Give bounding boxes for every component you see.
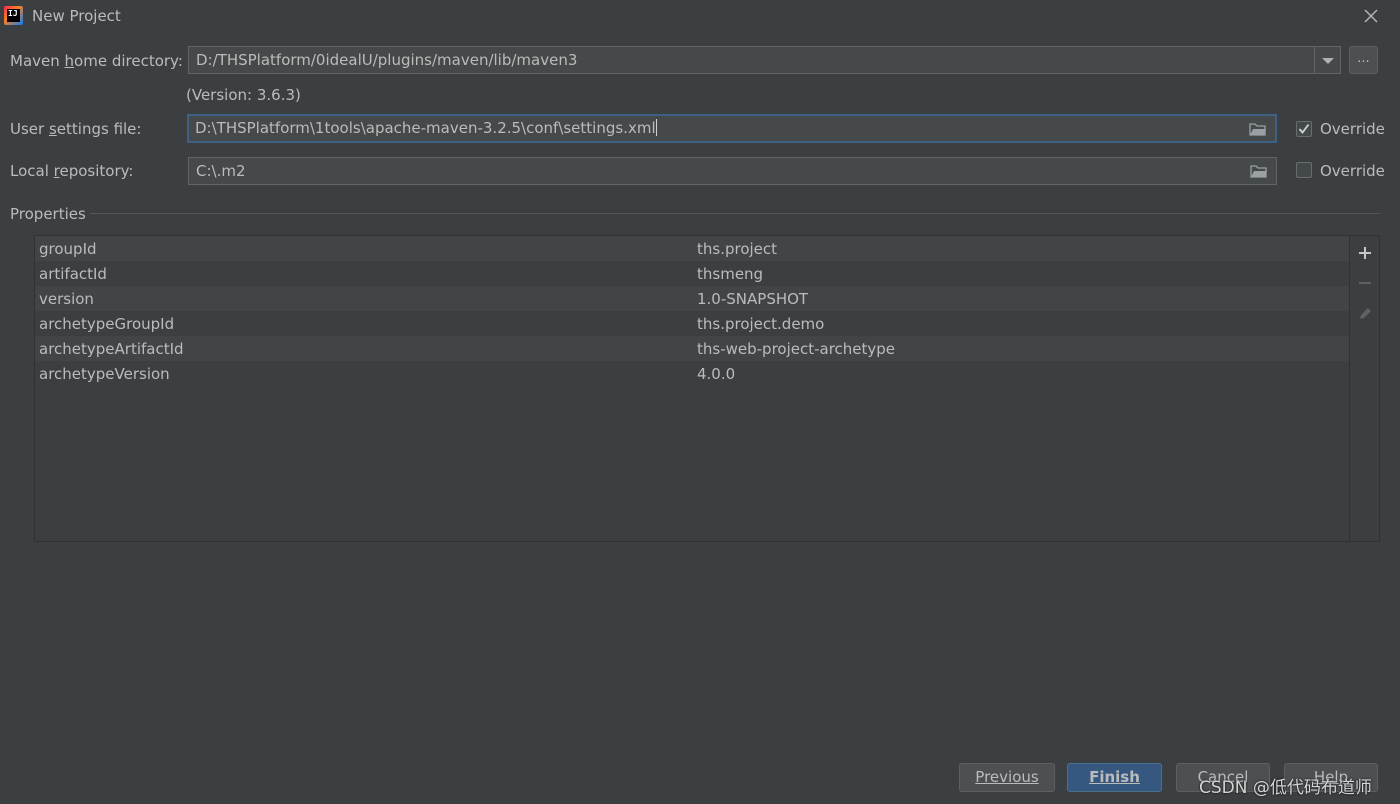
property-key: groupId (39, 240, 97, 258)
folder-icon[interactable] (1250, 164, 1268, 178)
close-icon[interactable] (1362, 7, 1380, 25)
local-repository-override-label[interactable]: Override (1320, 162, 1385, 180)
table-row[interactable]: archetypeArtifactId ths-web-project-arch… (35, 336, 1349, 361)
local-repository-label: Local repository: (10, 162, 134, 180)
user-settings-value: D:\THSPlatform\1tools\apache-maven-3.2.5… (195, 119, 656, 137)
table-row[interactable]: groupId ths.project (35, 236, 1349, 261)
finish-button[interactable]: Finish (1067, 763, 1162, 792)
remove-icon[interactable] (1357, 275, 1373, 291)
properties-toolbar (1350, 235, 1380, 542)
property-key: version (39, 290, 94, 308)
property-key: archetypeArtifactId (39, 340, 184, 358)
text-caret (655, 119, 657, 136)
property-value: ths.project (697, 240, 778, 258)
title-bar: IJ New Project (0, 0, 1400, 34)
properties-title: Properties (10, 205, 86, 223)
folder-icon[interactable] (1249, 122, 1267, 136)
property-value: 1.0-SNAPSHOT (697, 290, 809, 308)
user-settings-field[interactable]: D:\THSPlatform\1tools\apache-maven-3.2.5… (187, 114, 1277, 143)
property-key: archetypeVersion (39, 365, 170, 383)
chevron-down-icon (1322, 58, 1334, 64)
local-repository-value: C:\.m2 (196, 162, 246, 180)
maven-home-browse-button[interactable]: ... (1349, 46, 1378, 74)
property-value: ths.project.demo (697, 315, 825, 333)
maven-home-dropdown-button[interactable] (1314, 46, 1341, 74)
user-settings-override-checkbox[interactable] (1296, 121, 1312, 137)
csdn-watermark: CSDN @低代码布道师 (1199, 778, 1372, 798)
property-value: thsmeng (697, 265, 764, 283)
property-key: archetypeGroupId (39, 315, 175, 333)
property-key: artifactId (39, 265, 107, 283)
maven-version-text: (Version: 3.6.3) (186, 86, 301, 104)
section-divider (90, 213, 1380, 214)
previous-button[interactable]: Previous (959, 763, 1055, 792)
table-row[interactable]: version 1.0-SNAPSHOT (35, 286, 1349, 311)
edit-icon[interactable] (1357, 306, 1373, 322)
table-row[interactable]: archetypeVersion 4.0.0 (35, 361, 1349, 386)
property-value: 4.0.0 (697, 365, 736, 383)
local-repository-override-checkbox[interactable] (1296, 162, 1312, 178)
user-settings-label: User settings file: (10, 120, 142, 138)
window-title: New Project (32, 7, 121, 25)
checkmark-icon (1298, 123, 1310, 134)
maven-home-value: D:/THSPlatform/0idealU/plugins/maven/lib… (196, 51, 578, 69)
table-row[interactable]: archetypeGroupId ths.project.demo (35, 311, 1349, 336)
local-repository-field[interactable]: C:\.m2 (188, 157, 1277, 185)
maven-home-combobox[interactable]: D:/THSPlatform/0idealU/plugins/maven/lib… (188, 46, 1315, 74)
maven-home-label: Maven home directory: (10, 52, 183, 70)
properties-table[interactable]: groupId ths.project artifactId thsmeng v… (34, 235, 1350, 542)
user-settings-override-label[interactable]: Override (1320, 120, 1385, 138)
table-row[interactable]: artifactId thsmeng (35, 261, 1349, 286)
intellij-idea-icon: IJ (4, 6, 23, 25)
add-icon[interactable] (1357, 245, 1373, 261)
property-value: ths-web-project-archetype (697, 340, 896, 358)
